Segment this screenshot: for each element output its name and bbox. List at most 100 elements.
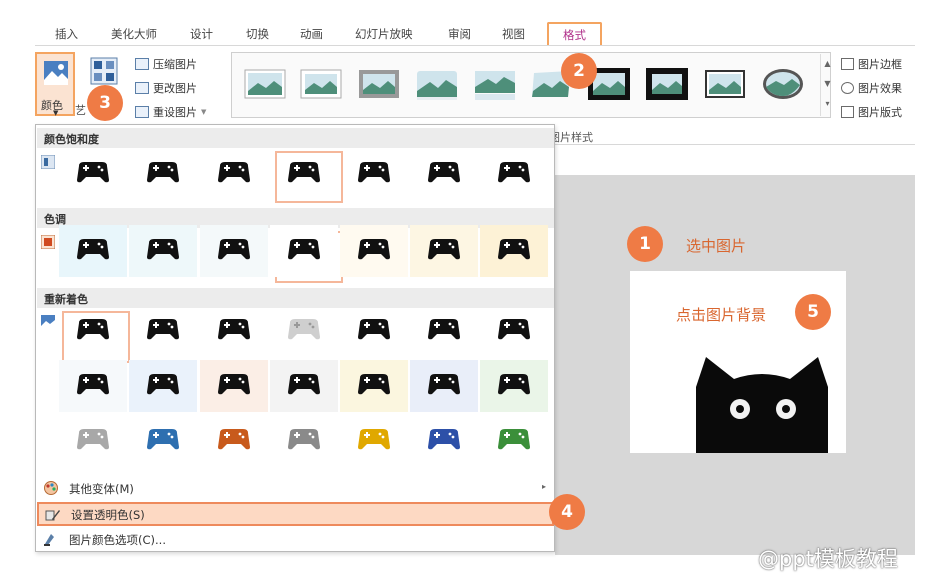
compress-icon xyxy=(135,58,149,70)
color-variant-gamepad[interactable] xyxy=(76,317,110,341)
change-label: 更改图片 xyxy=(153,82,197,95)
color-variant-gamepad[interactable] xyxy=(146,427,180,451)
layout-label: 图片版式 xyxy=(858,106,902,119)
color-variant-gamepad[interactable] xyxy=(217,160,251,184)
picture-color-icon xyxy=(44,61,68,85)
section-recolor: 重新着色 xyxy=(37,288,554,308)
tab-beautify[interactable]: 美化大师 xyxy=(111,26,157,42)
color-variant-gamepad[interactable] xyxy=(427,237,461,261)
transparent-color-pen-icon xyxy=(45,510,60,521)
color-variant-gamepad[interactable] xyxy=(497,237,531,261)
color-variant-gamepad[interactable] xyxy=(287,372,321,396)
color-variant-gamepad[interactable] xyxy=(76,372,110,396)
color-variant-gamepad[interactable] xyxy=(497,317,531,341)
callout-5-text: 点击图片背景 xyxy=(676,306,767,324)
recolor-icon xyxy=(41,315,55,329)
picture-effects-button[interactable]: 图片效果 xyxy=(841,80,902,96)
style-thumb-10[interactable] xyxy=(762,67,804,101)
reset-picture-button[interactable]: 重设图片 ▼ xyxy=(135,104,206,120)
color-variant-gamepad[interactable] xyxy=(146,237,180,261)
color-variant-gamepad[interactable] xyxy=(287,160,321,184)
set-transparent-label: 设置透明色(S) xyxy=(71,508,145,522)
picture-border-button[interactable]: 图片边框 xyxy=(841,56,902,72)
compress-picture-button[interactable]: 压缩图片 xyxy=(135,56,197,72)
color-variant-gamepad[interactable] xyxy=(217,237,251,261)
color-variant-gamepad[interactable] xyxy=(357,237,391,261)
color-variant-gamepad[interactable] xyxy=(76,237,110,261)
tab-view[interactable]: 视图 xyxy=(502,26,525,42)
more-variants-item[interactable]: 其他变体(M) ▸ xyxy=(37,477,554,501)
color-variant-gamepad[interactable] xyxy=(287,317,321,341)
color-variant-gamepad[interactable] xyxy=(217,427,251,451)
border-label: 图片边框 xyxy=(858,58,902,71)
style-thumb-2[interactable] xyxy=(300,67,342,101)
callout-5-badge: 5 xyxy=(795,294,831,330)
picture-layout-button[interactable]: 图片版式 xyxy=(841,104,902,120)
color-variant-gamepad[interactable] xyxy=(76,427,110,451)
color-variant-gamepad[interactable] xyxy=(497,372,531,396)
tone-icon xyxy=(41,235,55,249)
style-thumb-8[interactable] xyxy=(646,67,688,101)
callout-3-badge: 3 xyxy=(87,85,123,121)
change-picture-icon xyxy=(135,82,149,94)
color-variant-gamepad[interactable] xyxy=(146,372,180,396)
color-variant-gamepad[interactable] xyxy=(287,427,321,451)
color-variant-gamepad[interactable] xyxy=(497,160,531,184)
tab-format[interactable]: 格式 xyxy=(547,22,602,47)
style-thumb-3[interactable] xyxy=(358,67,400,101)
color-variant-gamepad[interactable] xyxy=(427,427,461,451)
slide-top-strip xyxy=(555,145,915,175)
picture-styles-gallery xyxy=(231,52,831,118)
effects-label: 图片效果 xyxy=(858,82,902,95)
style-thumb-9[interactable] xyxy=(704,67,746,101)
change-picture-button[interactable]: 更改图片 xyxy=(135,80,197,96)
color-options-label: 图片颜色选项(C)... xyxy=(69,533,166,547)
gallery-scroll[interactable]: ▲ ▼ ▾ xyxy=(820,54,834,116)
style-thumb-1[interactable] xyxy=(244,67,286,101)
tab-insert[interactable]: 插入 xyxy=(55,26,78,42)
reset-picture-icon xyxy=(135,106,149,118)
callout-1-text: 选中图片 xyxy=(686,237,747,255)
artistic-effects-icon xyxy=(90,57,118,85)
callout-1-badge: 1 xyxy=(627,226,663,262)
color-variant-gamepad[interactable] xyxy=(357,372,391,396)
color-variant-gamepad[interactable] xyxy=(497,427,531,451)
callout-4-badge: 4 xyxy=(549,494,585,530)
color-variant-gamepad[interactable] xyxy=(357,427,391,451)
color-variant-gamepad[interactable] xyxy=(217,372,251,396)
tab-animations[interactable]: 动画 xyxy=(300,26,323,42)
color-variant-gamepad[interactable] xyxy=(76,160,110,184)
tab-review[interactable]: 审阅 xyxy=(448,26,471,42)
effects-icon xyxy=(841,82,854,94)
picture-color-options-item[interactable]: 图片颜色选项(C)... xyxy=(37,528,554,552)
color-button-label: 颜色 xyxy=(41,99,63,112)
tab-slideshow[interactable]: 幻灯片放映 xyxy=(355,26,413,42)
color-variant-gamepad[interactable] xyxy=(357,317,391,341)
color-variant-gamepad[interactable] xyxy=(427,372,461,396)
color-variant-gamepad[interactable] xyxy=(427,160,461,184)
tab-transitions[interactable]: 切换 xyxy=(246,26,269,42)
color-variant-gamepad[interactable] xyxy=(146,160,180,184)
color-variant-gamepad[interactable] xyxy=(217,317,251,341)
color-dropdown-menu: 颜色饱和度 色调 重新着色 其他变体(M) ▸ 设置透明色(S) 图片颜色选项(… xyxy=(35,124,555,552)
watermark-text: @ppt模板教程 xyxy=(758,547,898,571)
style-thumb-5[interactable] xyxy=(474,67,516,101)
set-transparent-color-item[interactable]: 设置透明色(S) xyxy=(37,502,554,526)
color-variant-gamepad[interactable] xyxy=(287,237,321,261)
tab-design[interactable]: 设计 xyxy=(190,26,213,42)
color-variant-gamepad[interactable] xyxy=(357,160,391,184)
saturation-icon xyxy=(41,155,55,169)
color-variant-gamepad[interactable] xyxy=(427,317,461,341)
layout-icon xyxy=(841,106,854,118)
artistic-effects-label[interactable]: 艺 xyxy=(75,102,86,118)
color-button[interactable]: 颜色 ▼ xyxy=(35,52,75,117)
border-icon xyxy=(841,58,854,70)
callout-2-badge: 2 xyxy=(561,53,597,89)
ribbon-tabbar: 插入 美化大师 设计 切换 动画 幻灯片放映 审阅 视图 格式 xyxy=(35,0,915,47)
style-thumb-4[interactable] xyxy=(416,67,458,101)
color-options-icon xyxy=(44,534,54,546)
compress-label: 压缩图片 xyxy=(153,58,197,71)
black-cat-image xyxy=(696,357,828,453)
color-variant-gamepad[interactable] xyxy=(146,317,180,341)
chevron-down-icon: ▼ xyxy=(201,108,207,116)
